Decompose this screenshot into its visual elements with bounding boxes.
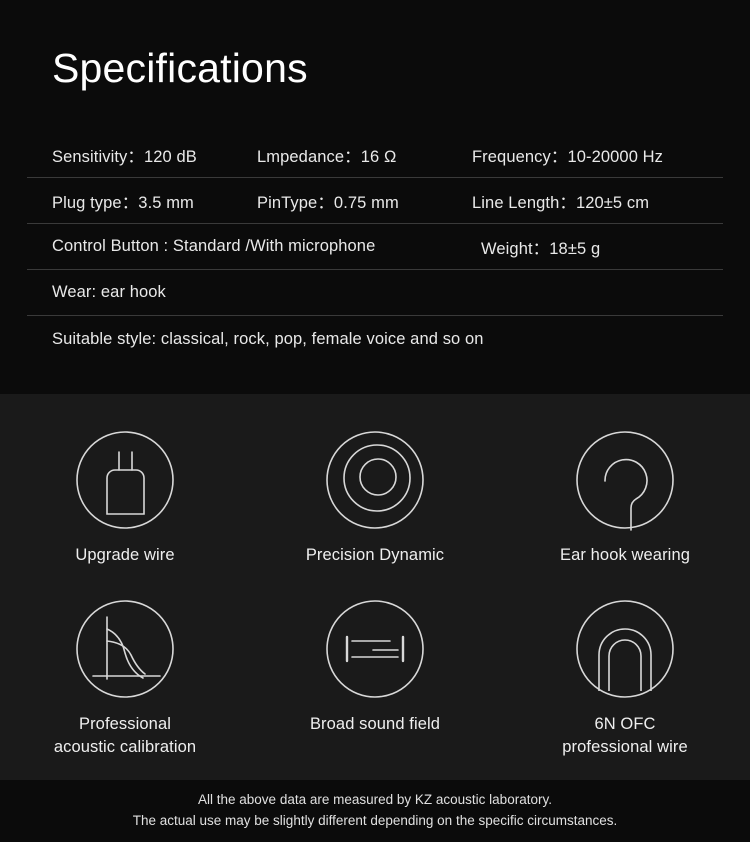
product-spec-page: Specifications Sensitivity：120 dB Lmpeda…: [0, 0, 750, 842]
feature-label: Precision Dynamic: [305, 546, 445, 564]
page-title: Specifications: [52, 45, 308, 91]
spec-line-length: Line Length：120±5 cm: [472, 193, 650, 212]
ear-hook-icon: [575, 430, 675, 531]
spec-plug-type: Plug type：3.5 mm: [52, 193, 194, 212]
feature-upgrade-wire: Upgrade wire: [0, 394, 250, 566]
feature-label: 6N OFC professional wire: [562, 715, 688, 756]
spec-frequency: Frequency：10-20000 Hz: [472, 147, 664, 166]
table-row: Sensitivity：120 dB Lmpedance：16 Ω Freque…: [27, 132, 723, 178]
cable-arch-icon: [575, 599, 675, 699]
spec-wear: Wear: ear hook: [52, 283, 166, 301]
table-row: Control Button : Standard /With micropho…: [27, 224, 723, 270]
spec-impedance: Lmpedance：16 Ω: [257, 147, 397, 166]
footer-line-1: All the above data are measured by KZ ac…: [198, 792, 552, 808]
frequency-graph-icon: [75, 599, 175, 699]
table-row: Plug type：3.5 mm PinType：0.75 mm Line Le…: [27, 178, 723, 224]
feature-label: Ear hook wearing: [559, 546, 690, 564]
feature-precision-dynamic: Precision Dynamic: [250, 394, 500, 566]
table-row: Wear: ear hook: [27, 270, 723, 316]
sound-field-icon: [325, 599, 425, 699]
feature-broad-sound-field: Broad sound field: [250, 566, 500, 758]
spec-sensitivity: Sensitivity：120 dB: [52, 147, 197, 166]
spec-suitable-style: Suitable style: classical, rock, pop, fe…: [52, 329, 484, 348]
feature-label: Broad sound field: [309, 715, 441, 734]
feature-6n-ofc-wire: 6N OFC professional wire: [500, 566, 750, 758]
concentric-rings-icon: [325, 430, 425, 530]
spec-weight: Weight：18±5 g: [481, 239, 601, 258]
features-section: Upgrade wire Precision Dynamic Ear hook …: [0, 394, 750, 780]
footer-disclaimer: All the above data are measured by KZ ac…: [0, 780, 750, 842]
feature-acoustic-calibration: Professional acoustic calibration: [0, 566, 250, 758]
footer-line-2: The actual use may be slightly different…: [132, 813, 618, 828]
feature-ear-hook-wearing: Ear hook wearing: [500, 394, 750, 566]
spec-control-button: Control Button : Standard /With micropho…: [52, 237, 376, 255]
spec-pin-type: PinType：0.75 mm: [257, 193, 399, 212]
specifications-table: Sensitivity：120 dB Lmpedance：16 Ω Freque…: [27, 132, 723, 362]
table-row: Suitable style: classical, rock, pop, fe…: [27, 316, 723, 362]
features-grid: Upgrade wire Precision Dynamic Ear hook …: [0, 394, 750, 758]
feature-label: Professional acoustic calibration: [53, 715, 197, 756]
specifications-section: Specifications Sensitivity：120 dB Lmpeda…: [0, 0, 750, 394]
plug-icon: [75, 430, 175, 530]
feature-label: Upgrade wire: [75, 546, 175, 564]
